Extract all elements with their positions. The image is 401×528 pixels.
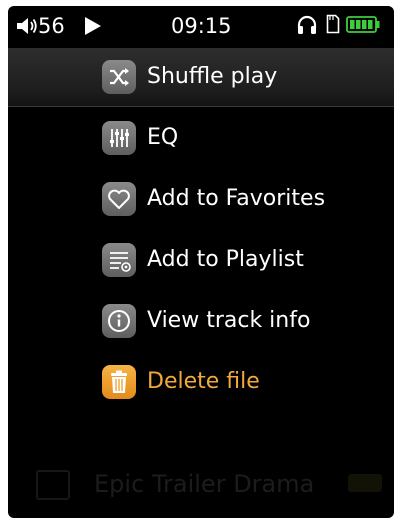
menu-item-label: Add to Favorites — [147, 186, 326, 211]
track-badge-icon — [348, 474, 382, 492]
menu-item-delete-file[interactable]: Delete file — [8, 353, 394, 411]
shuffle-icon — [102, 60, 136, 94]
playlist-add-icon — [102, 243, 136, 277]
play-icon — [85, 17, 101, 35]
background-track-row: Epic Trailer Drama — [8, 426, 394, 518]
volume-level: 56 — [38, 14, 65, 38]
menu-item-label: Delete file — [147, 369, 260, 394]
menu-item-label: EQ — [147, 125, 179, 150]
menu-item-label: Add to Playlist — [147, 247, 304, 272]
battery-icon — [346, 16, 380, 33]
background-track-title: Epic Trailer Drama — [94, 470, 315, 498]
menu-item-eq[interactable]: EQ — [8, 109, 394, 167]
status-bar: 56 09:15 — [8, 6, 394, 46]
album-art-icon — [36, 470, 70, 500]
menu-item-add-to-favorites[interactable]: Add to Favorites — [8, 170, 394, 228]
player-screen: 56 09:15 Epic Trailer Drama Shuffle play… — [8, 6, 394, 518]
menu-item-label: Shuffle play — [147, 64, 278, 89]
equalizer-icon — [102, 121, 136, 155]
menu-item-add-to-playlist[interactable]: Add to Playlist — [8, 231, 394, 289]
menu-item-label: View track info — [147, 308, 311, 333]
sd-card-icon — [326, 14, 340, 34]
menu-item-shuffle-play[interactable]: Shuffle play — [8, 48, 394, 107]
info-icon — [102, 304, 136, 338]
menu-item-view-track-info[interactable]: View track info — [8, 292, 394, 350]
trash-icon — [102, 365, 136, 399]
speaker-icon — [17, 18, 37, 34]
headphones-icon — [297, 15, 317, 34]
heart-icon — [102, 182, 136, 216]
clock: 09:15 — [171, 14, 232, 38]
